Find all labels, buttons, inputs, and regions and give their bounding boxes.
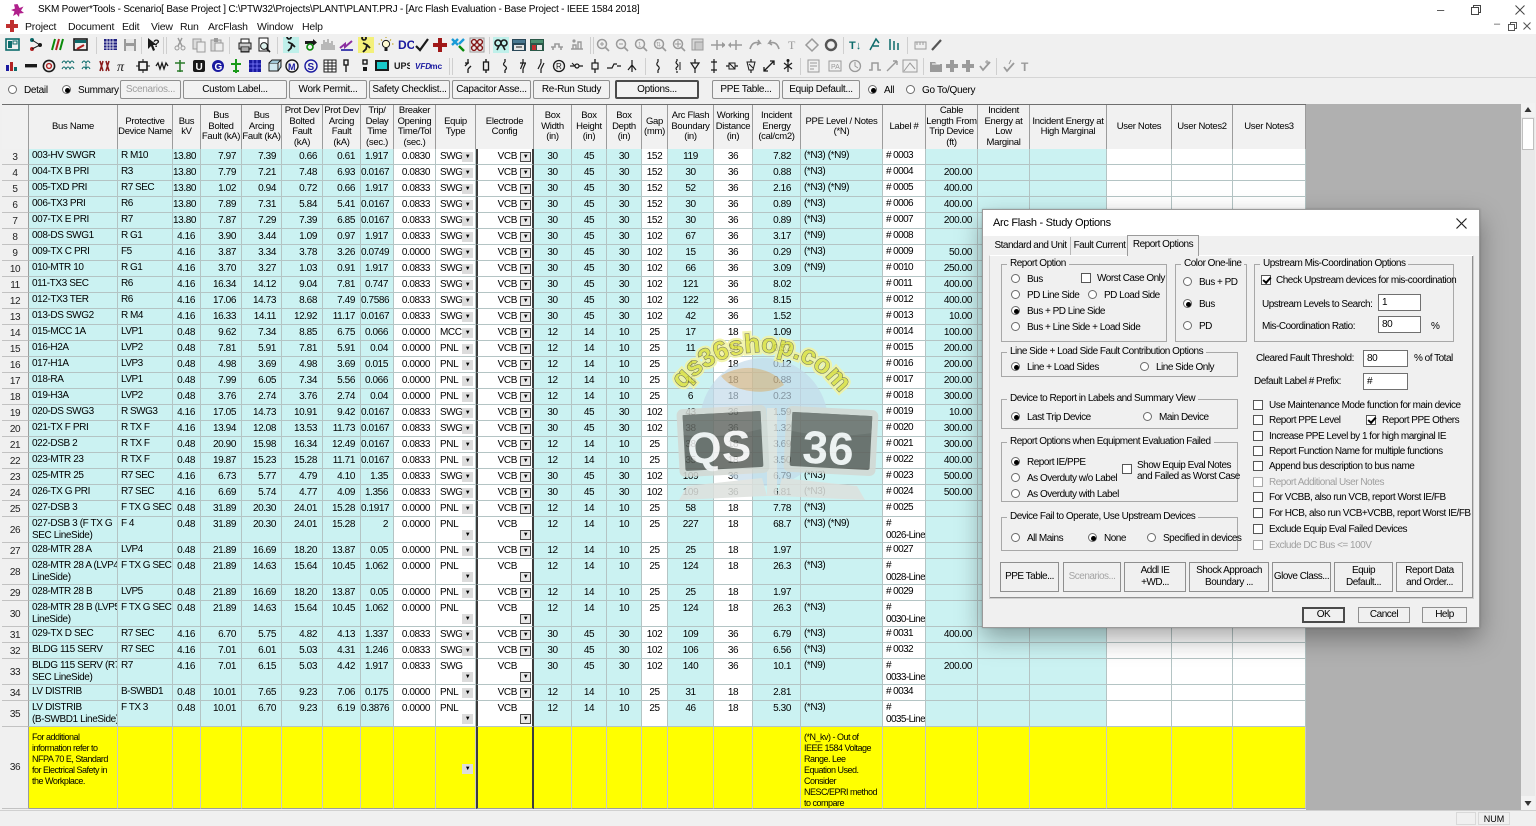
svg-text:R: R [556, 62, 562, 71]
svg-text:UPS: UPS [394, 61, 410, 71]
svg-text:QS: QS [686, 422, 752, 474]
svg-text:M: M [288, 62, 296, 72]
svg-text:mc: mc [430, 61, 443, 71]
svg-text:U: U [196, 62, 203, 73]
svg-text:π: π [117, 60, 125, 74]
svg-text:36: 36 [801, 421, 855, 476]
svg-text:?: ? [153, 38, 160, 50]
svg-text:T↓: T↓ [849, 40, 861, 52]
svg-text:S: S [308, 62, 315, 73]
svg-text:PA: PA [831, 64, 840, 71]
svg-text:T: T [1021, 60, 1029, 74]
svg-text:VFD: VFD [415, 62, 431, 71]
svg-text:G: G [215, 62, 223, 73]
svg-text:T: T [788, 38, 796, 52]
svg-text:DC: DC [398, 38, 414, 52]
svg-text:⇅: ⇅ [656, 43, 661, 49]
